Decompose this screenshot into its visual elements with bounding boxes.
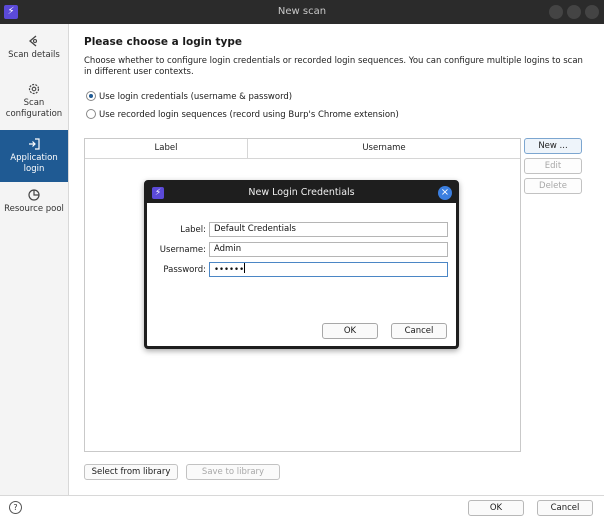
footer-bar: ? OK Cancel: [0, 495, 604, 520]
ok-button[interactable]: OK: [468, 500, 524, 516]
recorded-login-option[interactable]: Use recorded login sequences (record usi…: [86, 109, 399, 121]
password-field[interactable]: ••••••: [209, 262, 448, 277]
sidebar-item-application-login[interactable]: Application login: [0, 130, 68, 182]
close-icon[interactable]: ×: [438, 186, 452, 200]
option-label: Use recorded login sequences (record usi…: [99, 110, 399, 120]
option-label: Use login credentials (username & passwo…: [99, 92, 293, 102]
label-row: Label: Default Credentials: [147, 222, 456, 238]
username-field[interactable]: Admin: [209, 242, 448, 257]
label-field-label: Label:: [180, 225, 206, 235]
radio-unselected-icon[interactable]: [86, 109, 96, 119]
dialog-title: New Login Credentials: [248, 187, 355, 198]
login-credentials-option[interactable]: Use login credentials (username & passwo…: [86, 91, 292, 103]
delete-credential-button[interactable]: Delete: [524, 178, 582, 194]
login-arrow-icon: [29, 138, 40, 150]
window-title: New scan: [277, 6, 327, 17]
dialog-ok-button[interactable]: OK: [322, 323, 378, 339]
dialog-cancel-button[interactable]: Cancel: [391, 323, 447, 339]
sidebar: Scan details Scan configuration Applicat…: [0, 24, 69, 495]
save-to-library-button[interactable]: Save to library: [186, 464, 280, 480]
sidebar-item-label: Resource pool: [4, 204, 64, 214]
password-field-label: Password:: [163, 265, 206, 275]
help-icon[interactable]: ?: [9, 501, 22, 514]
sidebar-item-label: Application login: [10, 153, 58, 174]
password-field-value: ••••••: [214, 265, 245, 275]
close-window-icon[interactable]: [585, 5, 599, 19]
edit-credential-button[interactable]: Edit: [524, 158, 582, 174]
pie-chart-icon: [28, 189, 40, 201]
text-caret: [244, 263, 246, 273]
sidebar-item-scan-configuration[interactable]: Scan configuration: [0, 82, 68, 124]
username-row: Username: Admin: [147, 242, 456, 258]
target-icon: [28, 35, 38, 47]
column-header-label[interactable]: Label: [85, 139, 248, 158]
login-type-description: Choose whether to configure login creden…: [84, 56, 583, 77]
minimize-icon[interactable]: [549, 5, 563, 19]
cancel-button[interactable]: Cancel: [537, 500, 593, 516]
new-login-credentials-dialog: ⚡ New Login Credentials × Label: Default…: [144, 180, 459, 349]
select-from-library-button[interactable]: Select from library: [84, 464, 178, 480]
column-header-username[interactable]: Username: [248, 139, 520, 158]
sidebar-item-label: Scan details: [8, 50, 60, 60]
username-field-value: Admin: [214, 244, 242, 254]
new-credential-button[interactable]: New ...: [524, 138, 582, 154]
maximize-icon[interactable]: [567, 5, 581, 19]
sidebar-item-resource-pool[interactable]: Resource pool: [0, 188, 68, 230]
label-field[interactable]: Default Credentials: [209, 222, 448, 237]
radio-selected-icon[interactable]: [86, 91, 96, 101]
sidebar-item-label: Scan configuration: [5, 98, 63, 119]
page-title: Please choose a login type: [84, 36, 242, 48]
sidebar-item-scan-details[interactable]: Scan details: [0, 34, 68, 70]
table-header: Label Username: [85, 139, 520, 159]
username-field-label: Username:: [159, 245, 206, 255]
window-titlebar: ⚡ New scan: [0, 0, 604, 24]
password-row: Password: ••••••: [147, 262, 456, 278]
gear-icon: [28, 83, 40, 95]
label-field-value: Default Credentials: [214, 224, 296, 234]
dialog-titlebar: ⚡ New Login Credentials ×: [147, 183, 456, 203]
